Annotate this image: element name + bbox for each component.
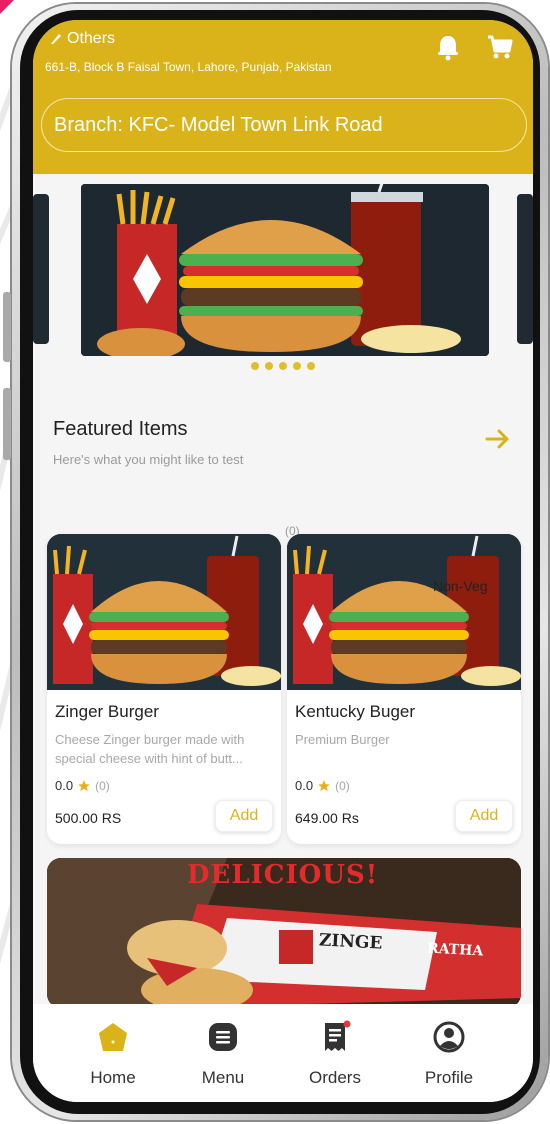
location-title: Others <box>67 30 116 47</box>
cart-icon[interactable] <box>485 32 515 62</box>
star-icon <box>78 779 90 791</box>
location-icon <box>51 34 61 44</box>
burger-meal-image <box>81 184 489 356</box>
nav-label: Profile <box>424 1068 474 1087</box>
nav-label: Orders <box>309 1068 361 1087</box>
rating-count: (0) <box>335 778 350 793</box>
nav-label: Home <box>90 1068 136 1087</box>
product-description: Premium Burger <box>295 732 390 747</box>
location-selector[interactable]: Others <box>49 30 115 48</box>
banner-carousel[interactable] <box>33 184 533 384</box>
carousel-indicator <box>33 362 533 370</box>
star-icon <box>318 779 330 791</box>
carousel-dot[interactable] <box>279 362 287 370</box>
promo-brand-tail: RATHA <box>426 940 484 960</box>
notification-badge <box>343 1020 351 1028</box>
product-image <box>47 534 281 690</box>
rating-count: (0) <box>95 778 110 793</box>
carousel-slide-burger[interactable] <box>81 184 489 356</box>
arrow-right-icon[interactable] <box>483 424 513 454</box>
branch-selector[interactable]: Branch: KFC- Model Town Link Road <box>41 98 527 152</box>
header: Others 661-B, Block B Faisal Town, Lahor… <box>33 20 533 174</box>
rating-value: 0.0 <box>55 778 74 793</box>
featured-title: Featured Items <box>53 418 188 440</box>
home-icon <box>99 1023 127 1051</box>
location-address: 661-B, Block B Faisal Town, Lahore, Punj… <box>45 60 332 74</box>
app-screen: Others 661-B, Block B Faisal Town, Lahor… <box>33 20 533 1102</box>
bell-icon[interactable] <box>433 32 463 62</box>
product-card[interactable]: Zinger Burger Cheese Zinger burger made … <box>47 534 281 844</box>
promo-headline: DELICIOUS! <box>187 860 379 890</box>
product-price: 649.00 Rs <box>295 810 359 826</box>
volume-down-button <box>3 388 11 460</box>
product-description: Cheese Zinger burger made with special c… <box>55 732 245 766</box>
product-name: Zinger Burger <box>55 702 159 721</box>
carousel-dot[interactable] <box>251 362 259 370</box>
add-to-cart-button[interactable]: Add <box>215 800 273 832</box>
profile-icon <box>433 1021 465 1053</box>
product-price: 500.00 RS <box>55 810 122 826</box>
orders-icon <box>325 1020 351 1051</box>
nav-home[interactable]: Home <box>63 1020 163 1088</box>
rating-value: 0.0 <box>295 778 314 793</box>
product-name: Kentucky Buger <box>295 702 416 721</box>
nav-label: Menu <box>201 1068 245 1087</box>
nav-profile[interactable]: Profile <box>399 1020 499 1088</box>
carousel-dot[interactable] <box>293 362 301 370</box>
menu-icon <box>209 1023 237 1051</box>
product-image: Non-Veg <box>287 534 521 690</box>
promo-banner[interactable]: DELICIOUS! ZINGE RATHA <box>47 858 521 1008</box>
nav-orders[interactable]: Orders <box>285 1020 385 1088</box>
carousel-dot[interactable] <box>265 362 273 370</box>
featured-subtitle: Here's what you might like to test <box>53 452 244 467</box>
volume-up-button <box>3 292 11 362</box>
product-rating: 0.0 (0) <box>295 778 350 793</box>
carousel-dot[interactable] <box>307 362 315 370</box>
bottom-navigation: Home Menu Orders Profile <box>33 1004 533 1102</box>
product-card[interactable]: Non-Veg Kentucky Buger Premium Burger 0.… <box>287 534 521 844</box>
carousel-next-slide[interactable] <box>517 194 533 344</box>
promo-brand: ZINGE <box>318 930 383 954</box>
nav-menu[interactable]: Menu <box>173 1020 273 1088</box>
add-to-cart-button[interactable]: Add <box>455 800 513 832</box>
product-rating: 0.0 (0) <box>55 778 110 793</box>
product-type-tag: Non-Veg <box>433 578 488 594</box>
carousel-prev-slide[interactable] <box>33 194 49 344</box>
